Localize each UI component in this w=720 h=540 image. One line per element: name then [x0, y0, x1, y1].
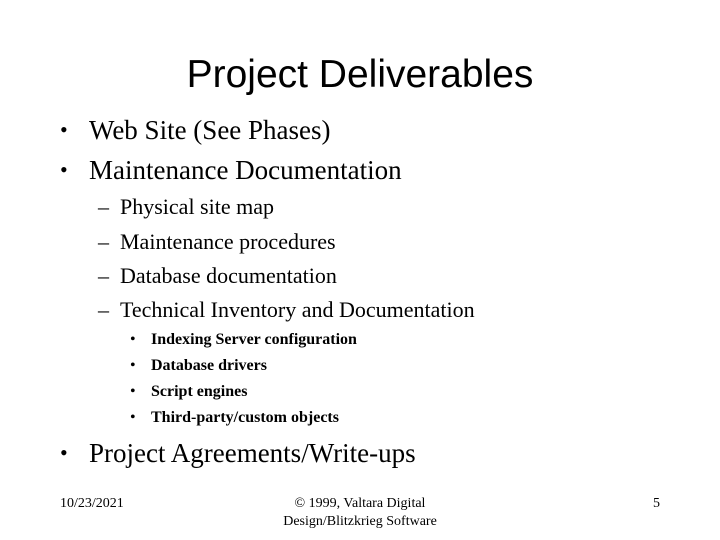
dash-marker: –: [98, 297, 109, 322]
bullet-text: Web Site (See Phases): [89, 115, 331, 145]
bullet-marker: •: [60, 440, 68, 465]
bullet-marker: •: [130, 383, 136, 400]
dash-marker: –: [98, 263, 109, 288]
bullet-text: Maintenance Documentation: [89, 155, 402, 185]
slide-title: Project Deliverables: [186, 53, 534, 96]
sub-bullet-text: Database documentation: [120, 263, 337, 288]
copyright-line-2: Design/Blitzkrieg Software: [283, 514, 437, 529]
bullet-marker: •: [130, 409, 136, 426]
sub-sub-bullet-text: Script engines: [151, 383, 248, 400]
sub-sub-bullet-text: Third-party/custom objects: [151, 409, 339, 426]
bullet-marker: •: [60, 117, 68, 142]
sub-bullet-text: Technical Inventory and Documentation: [120, 297, 475, 322]
bullet-text: Project Agreements/Write-ups: [89, 438, 416, 468]
sub-bullet-text: Physical site map: [120, 194, 274, 219]
bullet-marker: •: [130, 357, 136, 374]
copyright-line-1: © 1999, Valtara Digital: [294, 496, 426, 511]
dash-marker: –: [98, 194, 109, 219]
sub-bullet-text: Maintenance procedures: [120, 229, 336, 254]
bullet-marker: •: [60, 157, 68, 182]
footer-date: 10/23/2021: [60, 496, 124, 511]
sub-sub-bullet-text: Indexing Server configuration: [151, 331, 357, 348]
dash-marker: –: [98, 229, 109, 254]
sub-sub-bullet-text: Database drivers: [151, 357, 267, 374]
footer-page-number: 5: [653, 496, 660, 511]
footer-copyright: © 1999, Valtara Digital Design/Blitzkrie…: [220, 495, 500, 531]
bullet-marker: •: [130, 331, 136, 348]
